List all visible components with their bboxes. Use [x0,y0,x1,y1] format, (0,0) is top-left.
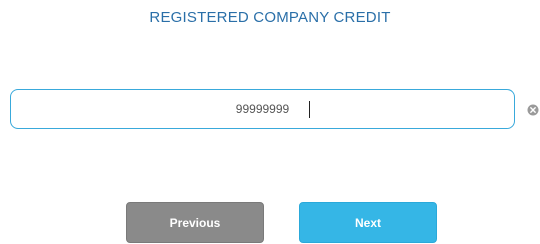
text-caret [309,101,310,118]
page-title: REGISTERED COMPANY CREDIT [149,9,391,26]
next-button-label: Next [354,215,381,230]
previous-button-label: Previous [169,215,221,230]
previous-button[interactable]: Previous [126,202,264,243]
next-button[interactable]: Next [299,202,437,243]
close-circle-icon [527,104,539,116]
page: REGISTERED COMPANY CREDIT Previous Next [0,0,540,244]
company-credit-field-wrapper [10,89,515,129]
company-credit-input[interactable] [11,90,514,128]
clear-input-icon[interactable] [527,103,539,116]
